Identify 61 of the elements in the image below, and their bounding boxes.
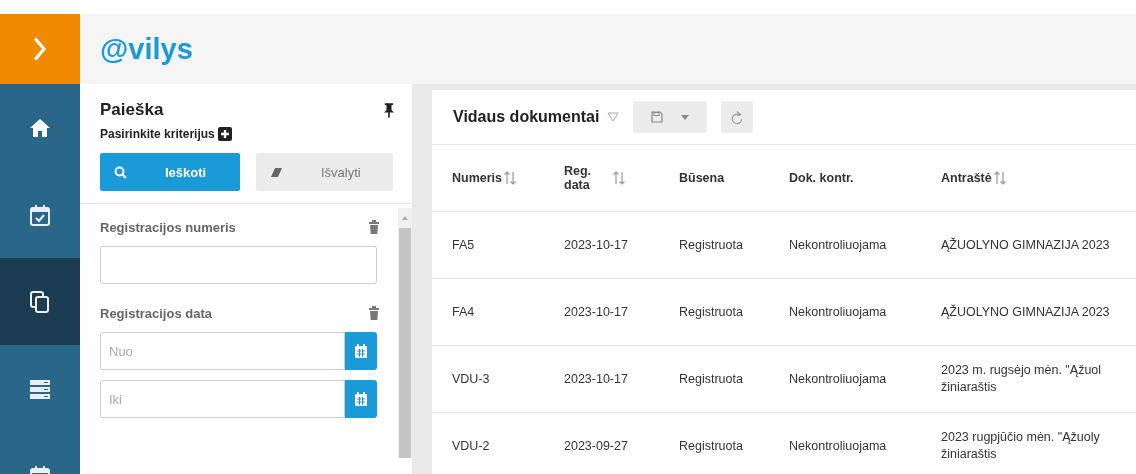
filter-icon[interactable] [607,112,620,122]
trash-icon[interactable] [368,220,380,234]
nav-item[interactable] [0,258,80,345]
table-cell: 2023 m. rugsėjo mėn. "Ąžuol žiniaraštis [941,362,1102,396]
eraser-icon [270,166,283,178]
sort-icon[interactable] [613,171,626,185]
table-cell: ĄŽUOLYNO GIMNAZIJA 2023 [941,303,1110,321]
chevron-icon [34,37,47,61]
documents-icon [29,290,51,313]
column-header[interactable]: Būsena [679,171,725,185]
table-cell: Registruota [679,437,743,455]
table-cell: Registruota [679,303,743,321]
save-dropdown-button[interactable] [633,101,708,133]
criteria-label: Pasirinkite kriterijus [100,127,215,141]
table-cell: Registruota [679,236,743,254]
search-icon [114,165,127,179]
table-cell: VDU-2 [452,437,490,455]
server-icon [29,377,51,400]
pin-icon[interactable] [384,102,394,118]
table-cell: 2023 rugpjūčio mėn. "Ąžuoly žiniaraštis [941,429,1100,463]
table-cell: Nekontroliuojama [789,370,887,388]
logo: @vilys [100,32,193,66]
caret-icon [681,114,690,120]
field-label: Registracijos data [100,305,212,321]
calendar-icon [354,392,368,406]
column-header[interactable]: Dok. kontr. [789,171,854,185]
home-icon [29,116,51,139]
calendar-icon [29,203,51,226]
refresh-button[interactable] [721,101,754,133]
refresh-icon [731,109,744,125]
table-cell: FA4 [452,303,475,321]
table-cell: 2023-09-27 [564,437,628,455]
input-field[interactable] [100,246,377,284]
panel-title: Paieška [100,100,164,120]
trash-icon[interactable] [368,306,380,320]
column-header[interactable]: Antraštė [941,171,992,185]
sort-icon[interactable] [993,171,1006,185]
table-cell: Registruota [679,370,743,388]
save-icon [651,111,664,123]
sort-icon[interactable] [504,171,517,185]
table-cell: ĄŽUOLYNO GIMNAZIJA 2023 [941,236,1110,254]
table-cell: 2023-10-17 [564,370,628,388]
table-cell: FA5 [452,236,475,254]
field-label: Registracijos numeris [100,219,236,235]
table-cell: VDU-3 [452,370,490,388]
table-cell: Nekontroliuojama [789,437,887,455]
calendar-button[interactable] [345,380,377,418]
calendar-icon [354,344,368,358]
list-title: Vidaus dokumentai [453,108,600,126]
clear-button[interactable]: Išvalyti [256,153,393,191]
table-cell: Nekontroliuojama [789,236,887,254]
date-field[interactable]: Iki [100,380,345,418]
plus-icon[interactable] [217,127,232,141]
scrollbar[interactable] [398,208,412,458]
table-cell: 2023-10-17 [564,303,628,321]
date-field[interactable]: Nuo [100,332,345,370]
column-header[interactable]: Reg. data [564,164,592,192]
table-cell: 2023-10-17 [564,236,628,254]
column-header[interactable]: Numeris [452,171,503,185]
table-cell: Nekontroliuojama [789,303,887,321]
calendar-button[interactable] [345,332,377,370]
